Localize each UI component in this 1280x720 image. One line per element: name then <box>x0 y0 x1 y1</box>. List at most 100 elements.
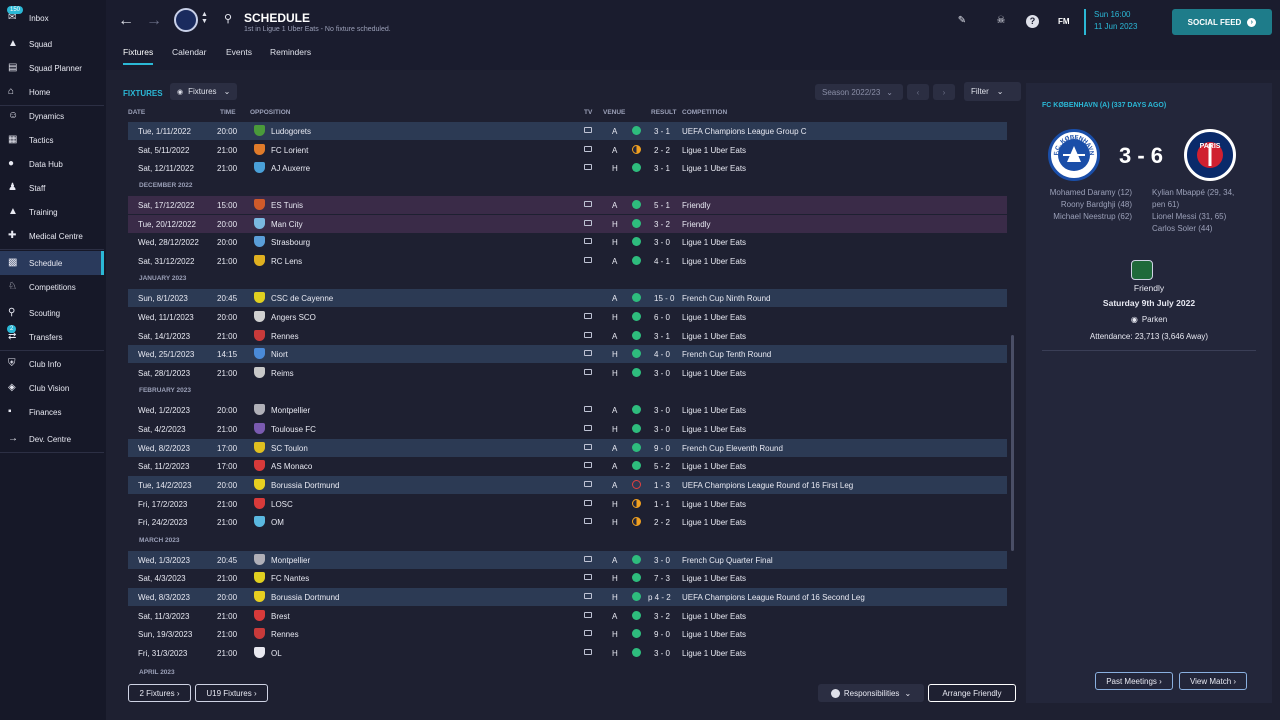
fixture-row[interactable]: Wed, 1/3/2023 20:45 Montpellier A 3 - 0 Frenc… <box>128 551 1007 569</box>
fixture-result[interactable]: 5 - 2 <box>654 462 670 471</box>
arrange-friendly-button[interactable]: Arrange Friendly <box>928 684 1016 702</box>
col-tv[interactable]: TV <box>584 109 592 116</box>
fixture-competition[interactable]: Ligue 1 Uber Eats <box>682 500 746 509</box>
fixture-opposition[interactable]: CSC de Cayenne <box>271 294 333 303</box>
home-club-logo[interactable]: F.C. KØBENHAVN <box>1048 129 1100 181</box>
col-opposition[interactable]: OPPOSITION <box>250 109 290 116</box>
fixture-competition[interactable]: Ligue 1 Uber Eats <box>682 630 746 639</box>
fixture-result[interactable]: 5 - 1 <box>654 201 670 210</box>
fixture-opposition[interactable]: Toulouse FC <box>271 425 316 434</box>
fixture-opposition[interactable]: RC Lens <box>271 257 302 266</box>
fixture-competition[interactable]: Ligue 1 Uber Eats <box>682 257 746 266</box>
fixture-competition[interactable]: French Cup Eleventh Round <box>682 444 783 453</box>
panel-title[interactable]: FC KØBENHAVN (A) (337 DAYS AGO) <box>1042 102 1166 109</box>
fixture-opposition[interactable]: Ludogorets <box>271 127 311 136</box>
fixture-competition[interactable]: Ligue 1 Uber Eats <box>682 425 746 434</box>
sidebar-item-squad[interactable]: ▲ Squad <box>0 32 104 56</box>
back-arrow-icon[interactable]: ← <box>118 12 134 30</box>
fixture-row[interactable]: Sat, 4/3/2023 21:00 FC Nantes H 7 - 3 Ligue 1… <box>128 569 1007 587</box>
fixture-result[interactable]: 3 - 0 <box>654 369 670 378</box>
past-meetings-button[interactable]: Past Meetings › <box>1095 672 1173 690</box>
fixture-row[interactable]: Wed, 8/3/2023 20:00 Borussia Dortmund Hp 4 … <box>128 588 1007 606</box>
fixture-row[interactable]: Wed, 11/1/2023 20:00 Angers SCO H 6 - 0 Ligue… <box>128 308 1007 326</box>
fixture-result[interactable]: 3 - 0 <box>654 556 670 565</box>
fixture-result[interactable]: 9 - 0 <box>654 444 670 453</box>
sidebar-item-finances[interactable]: ▪ Finances <box>0 400 104 424</box>
sidebar-item-club-vision[interactable]: ◈ Club Vision <box>0 376 104 400</box>
col-venue[interactable]: VENUE <box>603 109 625 116</box>
help-icon[interactable]: ? <box>1026 15 1039 28</box>
fixture-row[interactable]: Fri, 31/3/2023 21:00 OL H 3 - 0 Ligue 1 Uber … <box>128 644 1007 662</box>
club-switch-icon[interactable]: ▲ ▼ <box>201 11 208 25</box>
forward-arrow-icon[interactable]: → <box>146 12 162 30</box>
away-scorer[interactable]: pen 61) <box>1152 199 1234 211</box>
sidebar-item-scouting[interactable]: ⚲ Scouting <box>0 301 104 325</box>
fm-logo[interactable]: FM <box>1058 17 1070 26</box>
panel-venue[interactable]: Parken <box>1142 315 1167 324</box>
fixture-row[interactable]: Tue, 20/12/2022 20:00 Man City H 3 - 2 Friend… <box>128 215 1007 233</box>
tab-fixtures[interactable]: Fixtures <box>123 47 154 65</box>
fixture-result[interactable]: 3 - 2 <box>654 220 670 229</box>
fixture-row[interactable]: Wed, 25/1/2023 14:15 Niort H 4 - 0 French Cup… <box>128 345 1007 363</box>
fixture-competition[interactable]: Ligue 1 Uber Eats <box>682 313 746 322</box>
fixture-competition[interactable]: Ligue 1 Uber Eats <box>682 462 746 471</box>
fixture-opposition[interactable]: Montpellier <box>271 556 310 565</box>
responsibilities-button[interactable]: Responsibilities ⌄ <box>818 684 924 702</box>
fixture-competition[interactable]: Ligue 1 Uber Eats <box>682 238 746 247</box>
fixture-opposition[interactable]: AS Monaco <box>271 462 312 471</box>
view-match-button[interactable]: View Match › <box>1179 672 1247 690</box>
fixture-opposition[interactable]: Borussia Dortmund <box>271 481 339 490</box>
home-scorer[interactable]: Roony Bardghji (48) <box>1050 199 1132 211</box>
social-feed-button[interactable]: SOCIAL FEED › <box>1172 9 1272 35</box>
sidebar-item-club-info[interactable]: ⛨ Club Info <box>0 352 104 376</box>
fixture-result[interactable]: 2 - 2 <box>654 146 670 155</box>
fixture-opposition[interactable]: Niort <box>271 350 288 359</box>
sidebar-item-competitions[interactable]: ♘ Competitions <box>0 275 104 299</box>
fixture-row[interactable]: Tue, 1/11/2022 20:00 Ludogorets A 3 - 1 UEFA … <box>128 122 1007 140</box>
away-club-logo[interactable]: PARIS <box>1184 129 1236 181</box>
fixture-competition[interactable]: Ligue 1 Uber Eats <box>682 612 746 621</box>
sidebar-item-training[interactable]: ▲ Training <box>0 200 104 224</box>
sidebar-item-inbox[interactable]: ✉ 150 Inbox <box>0 6 104 30</box>
fixture-opposition[interactable]: OL <box>271 649 282 658</box>
fixture-result[interactable]: 3 - 0 <box>654 425 670 434</box>
fixture-result[interactable]: 3 - 1 <box>654 164 670 173</box>
tab-events[interactable]: Events <box>226 47 252 57</box>
fixture-opposition[interactable]: LOSC <box>271 500 293 509</box>
fixture-row[interactable]: Sat, 31/12/2022 21:00 RC Lens A 4 - 1 Ligue 1… <box>128 252 1007 270</box>
fixture-competition[interactable]: Ligue 1 Uber Eats <box>682 649 746 658</box>
fixture-result[interactable]: 3 - 0 <box>654 649 670 658</box>
fixture-row[interactable]: Sat, 11/3/2023 21:00 Brest A 3 - 2 Ligue 1 Ub… <box>128 607 1007 625</box>
prev-season-button[interactable]: ‹ <box>907 84 929 100</box>
fixture-competition[interactable]: UEFA Champions League Round of 16 Second… <box>682 593 865 602</box>
fixture-competition[interactable]: French Cup Tenth Round <box>682 350 771 359</box>
away-scorer[interactable]: Lionel Messi (31, 65) <box>1152 211 1234 223</box>
fixture-opposition[interactable]: Borussia Dortmund <box>271 593 339 602</box>
fixture-opposition[interactable]: Man City <box>271 220 303 229</box>
u19-fixtures-button[interactable]: U19 Fixtures › <box>195 684 268 702</box>
fixture-row[interactable]: Wed, 8/2/2023 17:00 SC Toulon A 9 - 0 French … <box>128 439 1007 457</box>
fixture-row[interactable]: Fri, 24/2/2023 21:00 OM H 2 - 2 Ligue 1 Uber … <box>128 513 1007 531</box>
season-dropdown[interactable]: Season 2022/23 ⌄ <box>815 84 903 100</box>
fixture-result[interactable]: 1 - 3 <box>654 481 670 490</box>
fixture-competition[interactable]: Ligue 1 Uber Eats <box>682 332 746 341</box>
panel-competition[interactable]: Friendly <box>1026 283 1272 293</box>
fixture-competition[interactable]: UEFA Champions League Round of 16 First … <box>682 481 853 490</box>
fixture-row[interactable]: Sun, 19/3/2023 21:00 Rennes H 9 - 0 Ligue 1 U… <box>128 625 1007 643</box>
fixture-competition[interactable]: Ligue 1 Uber Eats <box>682 146 746 155</box>
tab-calendar[interactable]: Calendar <box>172 47 207 57</box>
fixture-result[interactable]: 15 - 0 <box>654 294 674 303</box>
sidebar-item-schedule[interactable]: ▩ Schedule <box>0 251 104 275</box>
search-icon[interactable]: ⚲ <box>224 12 232 25</box>
fixture-competition[interactable]: Ligue 1 Uber Eats <box>682 406 746 415</box>
fixture-opposition[interactable]: SC Toulon <box>271 444 308 453</box>
sidebar-item-staff[interactable]: ♟ Staff <box>0 176 104 200</box>
fixture-opposition[interactable]: FC Lorient <box>271 146 308 155</box>
fixture-result[interactable]: 9 - 0 <box>654 630 670 639</box>
skull-icon[interactable]: ☠ <box>995 15 1007 27</box>
sidebar-item-data-hub[interactable]: ● Data Hub <box>0 152 104 176</box>
date-box[interactable]: Sun 16:00 11 Jun 2023 <box>1084 9 1154 35</box>
fixture-opposition[interactable]: Rennes <box>271 332 299 341</box>
sidebar-item-transfers[interactable]: ⇄ 2 Transfers <box>0 325 104 349</box>
sidebar-item-dev-centre[interactable]: → Dev. Centre <box>0 427 104 451</box>
